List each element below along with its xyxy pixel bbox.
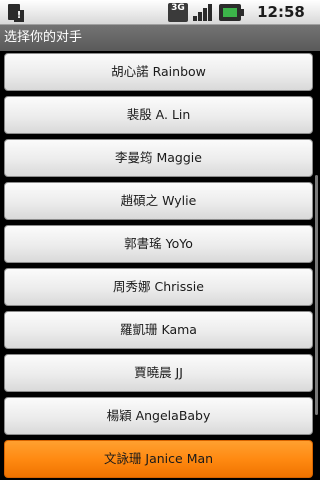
clock: 12:58 PM	[257, 3, 305, 46]
opponent-button[interactable]: 李曼筠 Maggie	[4, 139, 313, 177]
battery-cap	[241, 9, 244, 16]
opponent-button[interactable]: 裴殷 A. Lin	[4, 96, 313, 134]
signal-icon	[193, 4, 212, 21]
opponent-button[interactable]: 賈曉晨 JJ	[4, 354, 313, 392]
opponent-button[interactable]: 郭書瑤 YoYo	[4, 225, 313, 263]
alert-icon: !	[14, 10, 24, 22]
opponent-button[interactable]: 胡心諾 Rainbow	[4, 53, 313, 91]
opponent-list: 胡心諾 Rainbow 裴殷 A. Lin 李曼筠 Maggie 趙碩之 Wyl…	[0, 51, 320, 480]
scrollbar[interactable]	[315, 175, 318, 415]
status-bar: ! 3G 12:58 PM	[0, 0, 320, 46]
opponent-button[interactable]: 趙碩之 Wylie	[4, 182, 313, 220]
3g-icon: 3G	[168, 3, 188, 22]
opponent-button-selected[interactable]: 文詠珊 Janice Man	[4, 440, 313, 478]
opponent-button[interactable]: 楊穎 AngelaBaby	[4, 397, 313, 435]
battery-level	[223, 8, 237, 17]
page-title: 选择你的对手	[0, 25, 320, 51]
opponent-button[interactable]: 周秀娜 Chrissie	[4, 268, 313, 306]
opponent-button[interactable]: 羅凱珊 Kama	[4, 311, 313, 349]
